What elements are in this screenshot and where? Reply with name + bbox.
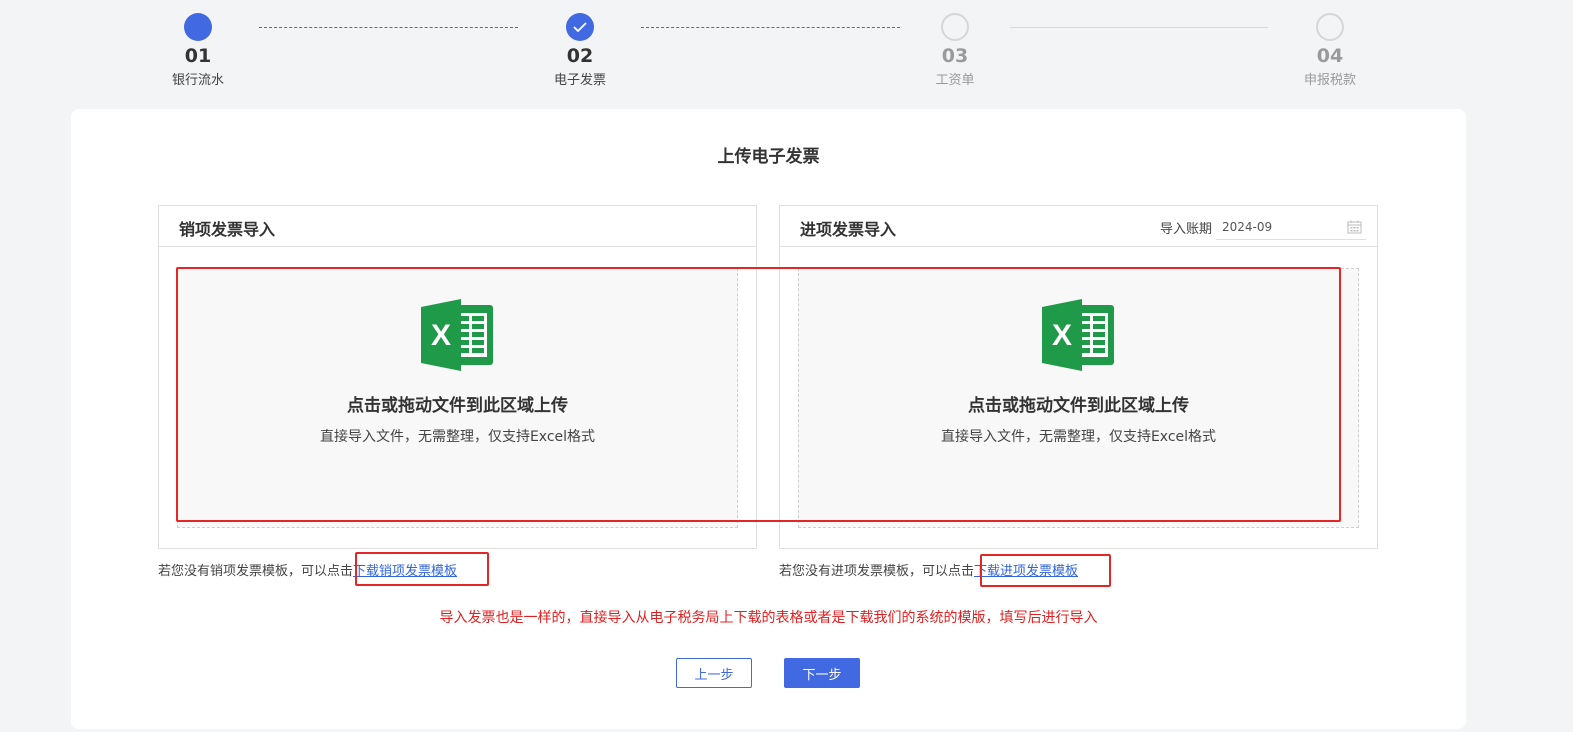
purchase-template-hint: 若您没有进项发票模板，可以点击下载进项发票模板 <box>779 560 1078 579</box>
period-value: 2024-09 <box>1222 219 1273 234</box>
sales-template-hint: 若您没有销项发票模板，可以点击下载销项发票模板 <box>158 560 457 579</box>
step-label: 电子发票 <box>553 73 606 88</box>
purchase-upload-dropzone[interactable]: X 点击或拖动文件到此区域上传 直接导入文件，无需整理，仅支持Excel格式 <box>798 268 1359 528</box>
dropzone-instruction: 点击或拖动文件到此区域上传 <box>347 396 568 416</box>
excel-icon: X <box>1042 299 1114 371</box>
step-number: 02 <box>566 45 594 67</box>
step-number: 04 <box>1316 45 1344 67</box>
step-circle-pending <box>1316 13 1344 41</box>
step-label: 银行流水 <box>171 73 224 88</box>
period-date-picker[interactable]: 2024-09 <box>1216 214 1366 240</box>
download-sales-template-link[interactable]: 下载销项发票模板 <box>353 564 457 579</box>
excel-icon: X <box>421 299 493 371</box>
step-label: 工资单 <box>935 73 975 88</box>
period-label: 导入账期 <box>1159 221 1212 237</box>
panel-header: 销项发票导入 <box>159 206 756 247</box>
dropzone-instruction: 点击或拖动文件到此区域上传 <box>968 396 1189 416</box>
upload-card: 上传电子发票 销项发票导入 X 点击或拖动文件到此区域上传 直接导入文件，无需整… <box>71 109 1466 729</box>
dropzone-subtext: 直接导入文件，无需整理，仅支持Excel格式 <box>319 429 596 445</box>
hint-text: 若您没有销项发票模板，可以点击 <box>158 564 354 579</box>
sales-invoice-panel: 销项发票导入 X 点击或拖动文件到此区域上传 直接导入文件，无需整理，仅支持Ex… <box>158 205 757 549</box>
panel-title: 进项发票导入 <box>800 220 897 239</box>
dropzone-subtext: 直接导入文件，无需整理，仅支持Excel格式 <box>940 429 1217 445</box>
step-circle-current <box>184 13 212 41</box>
step-number: 03 <box>941 45 969 67</box>
svg-text:X: X <box>431 319 451 352</box>
step-payroll[interactable]: 03 工资单 <box>895 13 1015 88</box>
annotation-note: 导入发票也是一样的，直接导入从电子税务局上下载的表格或者是下载我们的系统的模版，… <box>439 610 1098 626</box>
step-progress-bar: 01 银行流水 02 电子发票 03 工资单 04 申报税款 <box>0 0 1573 100</box>
step-e-invoice[interactable]: 02 电子发票 <box>520 13 640 88</box>
step-connector <box>641 27 900 28</box>
step-bank-statement[interactable]: 01 银行流水 <box>138 13 258 88</box>
download-purchase-template-link[interactable]: 下载进项发票模板 <box>974 564 1078 579</box>
purchase-invoice-panel: 进项发票导入 导入账期 2024-09 X 点击或拖动文件到此区域上传 直接导入… <box>779 205 1378 549</box>
check-icon <box>573 22 587 32</box>
step-connector <box>1010 27 1268 28</box>
previous-step-button[interactable]: 上一步 <box>676 658 752 688</box>
step-tax-declaration[interactable]: 04 申报税款 <box>1270 13 1390 88</box>
hint-text: 若您没有进项发票模板，可以点击 <box>779 564 975 579</box>
svg-text:X: X <box>1052 319 1072 352</box>
panel-header: 进项发票导入 导入账期 2024-09 <box>780 206 1377 247</box>
next-step-button[interactable]: 下一步 <box>784 658 860 688</box>
step-number: 01 <box>184 45 212 67</box>
step-connector <box>259 27 518 28</box>
calendar-icon <box>1347 220 1362 234</box>
step-label: 申报税款 <box>1303 73 1356 88</box>
panel-title: 销项发票导入 <box>179 220 276 239</box>
page-title: 上传电子发票 <box>717 147 820 167</box>
step-circle-pending <box>941 13 969 41</box>
sales-upload-dropzone[interactable]: X 点击或拖动文件到此区域上传 直接导入文件，无需整理，仅支持Excel格式 <box>177 268 738 528</box>
import-period: 导入账期 2024-09 <box>1160 214 1366 240</box>
step-circle-done <box>566 13 594 41</box>
